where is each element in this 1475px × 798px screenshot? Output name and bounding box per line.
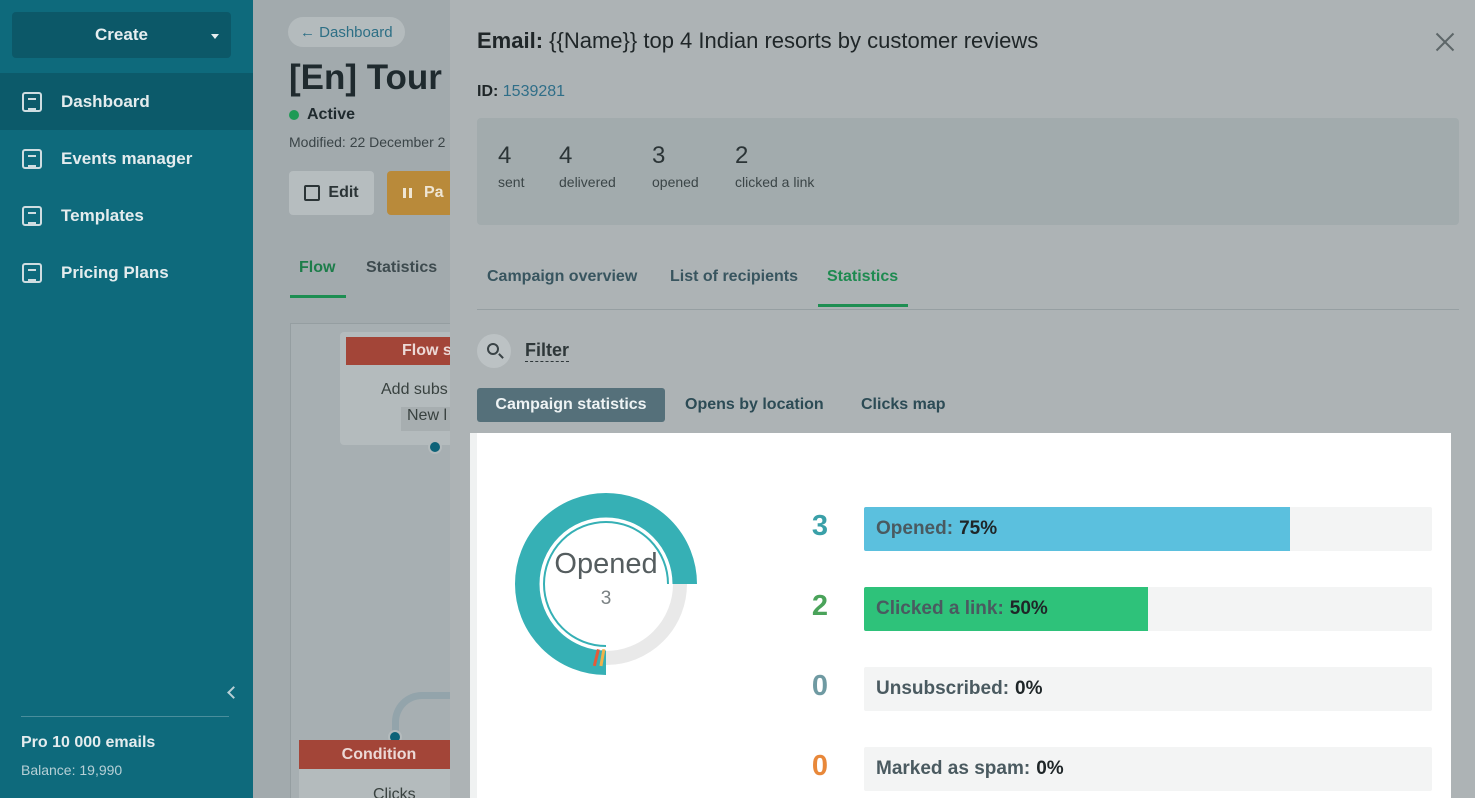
sidebar-divider — [21, 716, 229, 717]
stat-bar: Clicked a link: 50% — [864, 587, 1432, 631]
plan-name[interactable]: Pro 10 000 emails — [21, 734, 155, 752]
pause-label: Pa — [424, 184, 444, 201]
edit-button[interactable]: Edit — [289, 171, 374, 215]
back-to-dashboard-link[interactable]: ← Dashboard — [288, 17, 405, 47]
background-page: ← Dashboard [En] Tour Active Modified: 2… — [253, 0, 450, 798]
modal-title-prefix: Email: — [477, 28, 544, 53]
pause-icon — [403, 188, 412, 198]
pricing-icon — [22, 262, 42, 283]
subtab-opens-by-location[interactable]: Opens by location — [685, 388, 824, 422]
pause-button[interactable]: Pa — [387, 171, 450, 215]
stat-label: Unsubscribed: — [876, 678, 1010, 699]
dashboard-icon — [22, 91, 42, 112]
sidebar-item-dashboard[interactable]: Dashboard — [0, 73, 253, 130]
chevron-down-icon[interactable] — [211, 34, 219, 39]
sidebar-item-label: Templates — [61, 205, 144, 225]
stat-bar-label: Clicked a link: 50% — [876, 587, 1048, 631]
modified-date: Modified: 22 December 2 — [289, 134, 446, 150]
tab-flow[interactable]: Flow — [299, 259, 335, 277]
status-label: Active — [307, 106, 356, 123]
events-icon — [22, 148, 42, 169]
create-button-label: Create — [95, 25, 148, 44]
card-edge — [470, 433, 477, 798]
summary-value: 4 — [498, 142, 512, 169]
summary-label: clicked a link — [735, 174, 815, 190]
modal-title-text: {{Name}} top 4 Indian resorts by custome… — [549, 28, 1039, 53]
stat-bar-label: Marked as spam: 0% — [876, 747, 1064, 791]
templates-icon — [22, 205, 42, 226]
sidebar: Create Dashboard Events manager Template… — [0, 0, 253, 798]
search-icon[interactable] — [487, 343, 499, 355]
donut-value: 3 — [600, 588, 612, 609]
status-badge: Active — [289, 106, 355, 124]
active-tab-indicator — [290, 295, 346, 298]
stat-bar: Opened: 75% — [864, 507, 1432, 551]
flow-connector-dot[interactable] — [428, 440, 442, 454]
filter-label[interactable]: Filter — [525, 340, 570, 362]
summary-label: delivered — [559, 174, 616, 190]
plan-balance: Balance: 19,990 — [21, 762, 123, 778]
subtab-campaign-statistics[interactable]: Campaign statistics — [477, 388, 665, 422]
stat-count: 2 — [811, 590, 829, 622]
summary-box — [477, 118, 1459, 225]
create-button[interactable]: Create — [12, 12, 231, 58]
tab-statistics[interactable]: Statistics — [366, 259, 437, 277]
summary-value: 4 — [559, 142, 573, 169]
summary-value: 3 — [652, 142, 666, 169]
sidebar-item-events-manager[interactable]: Events manager — [0, 130, 253, 187]
stat-percent: 0% — [1036, 758, 1064, 779]
donut-inner-arc — [543, 521, 669, 647]
modal-title: Email: {{Name}} top 4 Indian resorts by … — [477, 28, 1038, 54]
stat-count: 0 — [811, 670, 829, 702]
sidebar-item-label: Events manager — [61, 148, 193, 168]
stat-label: Clicked a link: — [876, 598, 1004, 619]
summary-delivered: 4 delivered — [559, 142, 616, 190]
summary-opened: 3 opened — [652, 142, 699, 190]
stat-percent: 0% — [1015, 678, 1043, 699]
flow-start-tag: New l — [401, 407, 450, 431]
sidebar-item-pricing-plans[interactable]: Pricing Plans — [0, 244, 253, 301]
campaign-id: ID: 1539281 — [477, 83, 565, 101]
subtab-clicks-map[interactable]: Clicks map — [861, 388, 945, 422]
summary-label: sent — [498, 174, 525, 190]
stat-label: Marked as spam: — [876, 758, 1031, 779]
stat-bar-label: Unsubscribed: 0% — [876, 667, 1043, 711]
close-icon[interactable] — [1433, 30, 1457, 54]
flow-start-header: Flow s — [346, 337, 450, 365]
stat-bar-label: Opened: 75% — [876, 507, 997, 551]
tab-list-of-recipients[interactable]: List of recipients — [670, 268, 798, 286]
stat-bar: Marked as spam: 0% — [864, 747, 1432, 791]
tab-statistics[interactable]: Statistics — [827, 268, 898, 286]
page-title: [En] Tour — [289, 58, 442, 97]
status-dot-icon — [289, 110, 299, 120]
edit-label: Edit — [328, 184, 359, 201]
tabs-divider — [477, 309, 1459, 310]
id-label: ID: — [477, 83, 499, 100]
flow-start-text: Add subs — [381, 381, 448, 398]
stat-percent: 50% — [1009, 598, 1048, 619]
stat-count: 3 — [811, 510, 829, 542]
sidebar-item-templates[interactable]: Templates — [0, 187, 253, 244]
donut-inner-ring — [539, 517, 673, 651]
campaign-statistics-card: Opened 3 3 Opened: 75% 2 Clicked a link: 50% 0… — [470, 433, 1451, 798]
edit-icon — [304, 185, 321, 201]
summary-clicked: 2 clicked a link — [735, 142, 814, 190]
donut-title: Opened — [554, 548, 658, 580]
opened-donut-chart — [515, 493, 697, 675]
active-tab-indicator — [818, 304, 908, 307]
collapse-sidebar-icon[interactable] — [227, 686, 240, 699]
sidebar-item-label: Dashboard — [61, 91, 150, 111]
summary-value: 2 — [735, 142, 749, 169]
sidebar-item-label: Pricing Plans — [61, 262, 169, 282]
stat-count: 0 — [811, 750, 829, 782]
summary-sent: 4 sent — [498, 142, 524, 190]
condition-text: Clicks — [373, 786, 416, 798]
summary-label: opened — [652, 174, 699, 190]
stat-label: Opened: — [876, 518, 954, 539]
stat-percent: 75% — [959, 518, 998, 539]
tab-campaign-overview[interactable]: Campaign overview — [487, 268, 637, 286]
stat-bar: Unsubscribed: 0% — [864, 667, 1432, 711]
condition-header: Condition — [299, 740, 450, 769]
id-value[interactable]: 1539281 — [503, 83, 565, 100]
